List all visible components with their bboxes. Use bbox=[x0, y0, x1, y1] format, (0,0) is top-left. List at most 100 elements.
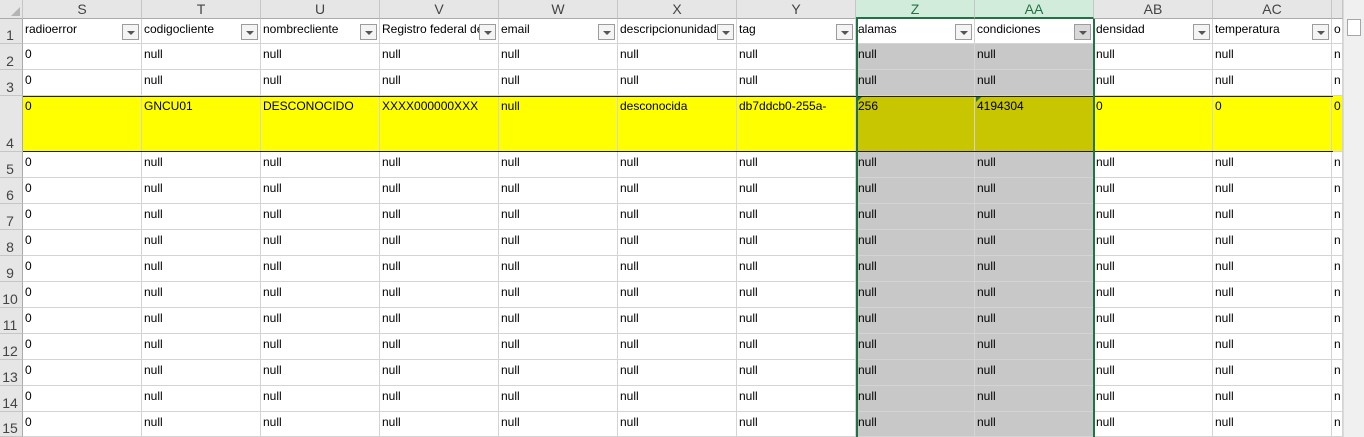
table-cell[interactable]: null bbox=[975, 256, 1094, 282]
table-cell[interactable]: null bbox=[975, 178, 1094, 204]
table-cell[interactable]: null bbox=[380, 360, 499, 386]
table-cell[interactable]: 0 bbox=[23, 96, 142, 152]
table-cell[interactable]: 0 bbox=[23, 308, 142, 334]
table-cell[interactable]: null bbox=[380, 386, 499, 412]
table-cell[interactable]: null bbox=[856, 152, 975, 178]
row-header[interactable]: 8 bbox=[0, 230, 23, 256]
table-cell[interactable]: null bbox=[1094, 44, 1213, 70]
table-cell[interactable]: null bbox=[737, 360, 856, 386]
table-cell[interactable]: null bbox=[618, 70, 737, 96]
table-cell[interactable]: null bbox=[1094, 360, 1213, 386]
table-cell[interactable]: 0 bbox=[23, 412, 142, 437]
table-cell[interactable]: null bbox=[1213, 204, 1332, 230]
table-header-cell[interactable]: o bbox=[1332, 19, 1343, 44]
table-cell[interactable]: null bbox=[1213, 152, 1332, 178]
table-cell[interactable]: null bbox=[499, 308, 618, 334]
table-cell[interactable]: n bbox=[1332, 152, 1343, 178]
table-cell[interactable]: n bbox=[1332, 412, 1343, 437]
column-header[interactable]: V bbox=[380, 0, 499, 19]
column-header[interactable]: S bbox=[23, 0, 142, 19]
table-cell[interactable]: null bbox=[261, 178, 380, 204]
table-cell[interactable]: null bbox=[261, 70, 380, 96]
table-cell[interactable]: null bbox=[737, 308, 856, 334]
vertical-scrollbar[interactable] bbox=[1343, 0, 1364, 437]
table-cell[interactable]: null bbox=[261, 282, 380, 308]
table-cell[interactable]: null bbox=[142, 178, 261, 204]
table-cell[interactable]: null bbox=[737, 44, 856, 70]
table-cell[interactable]: 0 bbox=[23, 386, 142, 412]
row-header[interactable]: 15 bbox=[0, 412, 23, 437]
table-cell[interactable]: null bbox=[1094, 412, 1213, 437]
table-header-cell[interactable]: tag bbox=[737, 19, 856, 44]
column-header[interactable]: W bbox=[499, 0, 618, 19]
table-cell[interactable]: null bbox=[499, 178, 618, 204]
table-cell[interactable]: null bbox=[380, 178, 499, 204]
table-cell[interactable]: null bbox=[737, 334, 856, 360]
table-cell[interactable]: 0 bbox=[23, 230, 142, 256]
table-cell[interactable]: null bbox=[142, 412, 261, 437]
table-cell[interactable]: null bbox=[142, 360, 261, 386]
table-cell[interactable]: null bbox=[975, 204, 1094, 230]
table-cell[interactable]: 0 bbox=[23, 334, 142, 360]
table-cell[interactable]: db7ddcb0-255a- bbox=[737, 96, 856, 152]
table-cell[interactable]: GNCU01 bbox=[142, 96, 261, 152]
table-cell[interactable]: n bbox=[1332, 204, 1343, 230]
table-cell[interactable]: null bbox=[1094, 230, 1213, 256]
table-cell[interactable]: null bbox=[380, 412, 499, 437]
table-cell[interactable]: null bbox=[1094, 282, 1213, 308]
row-header[interactable]: 12 bbox=[0, 334, 23, 360]
table-cell[interactable]: null bbox=[1213, 360, 1332, 386]
table-cell[interactable]: null bbox=[1094, 152, 1213, 178]
table-header-cell[interactable]: nombrecliente bbox=[261, 19, 380, 44]
table-header-cell[interactable]: temperatura bbox=[1213, 19, 1332, 44]
row-header[interactable]: 13 bbox=[0, 360, 23, 386]
table-cell[interactable]: null bbox=[261, 44, 380, 70]
column-header[interactable]: AB bbox=[1094, 0, 1213, 19]
row-header[interactable]: 3 bbox=[0, 70, 23, 96]
table-cell[interactable]: null bbox=[737, 152, 856, 178]
table-cell[interactable]: 0 bbox=[23, 44, 142, 70]
row-header[interactable]: 14 bbox=[0, 386, 23, 412]
table-cell[interactable]: null bbox=[975, 412, 1094, 437]
table-cell[interactable]: null bbox=[380, 70, 499, 96]
table-header-cell[interactable]: descripcionunidad bbox=[618, 19, 737, 44]
table-cell[interactable]: null bbox=[975, 152, 1094, 178]
table-cell[interactable]: null bbox=[737, 386, 856, 412]
table-cell[interactable]: null bbox=[975, 230, 1094, 256]
row-header[interactable]: 9 bbox=[0, 256, 23, 282]
row-header[interactable]: 7 bbox=[0, 204, 23, 230]
table-cell[interactable]: null bbox=[618, 178, 737, 204]
table-cell[interactable]: null bbox=[499, 204, 618, 230]
row-header[interactable]: 4 bbox=[0, 96, 23, 152]
table-cell[interactable]: null bbox=[737, 178, 856, 204]
table-cell[interactable]: null bbox=[856, 204, 975, 230]
table-cell[interactable]: null bbox=[380, 308, 499, 334]
filter-dropdown-icon[interactable] bbox=[1312, 24, 1329, 40]
table-cell[interactable]: null bbox=[618, 360, 737, 386]
row-header[interactable]: 1 bbox=[0, 19, 23, 44]
table-cell[interactable]: n bbox=[1332, 70, 1343, 96]
table-cell[interactable]: n bbox=[1332, 178, 1343, 204]
table-cell[interactable]: null bbox=[261, 308, 380, 334]
table-cell[interactable]: null bbox=[1213, 412, 1332, 437]
filter-dropdown-icon[interactable] bbox=[598, 24, 615, 40]
table-cell[interactable]: null bbox=[1094, 178, 1213, 204]
table-cell[interactable]: n bbox=[1332, 308, 1343, 334]
table-cell[interactable]: desconocida bbox=[618, 96, 737, 152]
table-cell[interactable]: null bbox=[737, 282, 856, 308]
row-header[interactable]: 10 bbox=[0, 282, 23, 308]
table-cell[interactable]: null bbox=[380, 256, 499, 282]
table-cell[interactable]: null bbox=[380, 230, 499, 256]
table-cell[interactable]: null bbox=[142, 282, 261, 308]
table-cell[interactable]: null bbox=[856, 334, 975, 360]
table-cell[interactable]: null bbox=[975, 44, 1094, 70]
table-cell[interactable]: 0 bbox=[23, 70, 142, 96]
table-cell[interactable]: 4194304 bbox=[975, 96, 1094, 152]
column-header[interactable]: Z bbox=[856, 0, 975, 19]
table-cell[interactable]: null bbox=[1094, 386, 1213, 412]
table-cell[interactable]: n bbox=[1332, 386, 1343, 412]
table-cell[interactable]: n bbox=[1332, 230, 1343, 256]
table-header-cell[interactable]: email bbox=[499, 19, 618, 44]
table-cell[interactable]: null bbox=[261, 360, 380, 386]
table-cell[interactable]: null bbox=[975, 360, 1094, 386]
